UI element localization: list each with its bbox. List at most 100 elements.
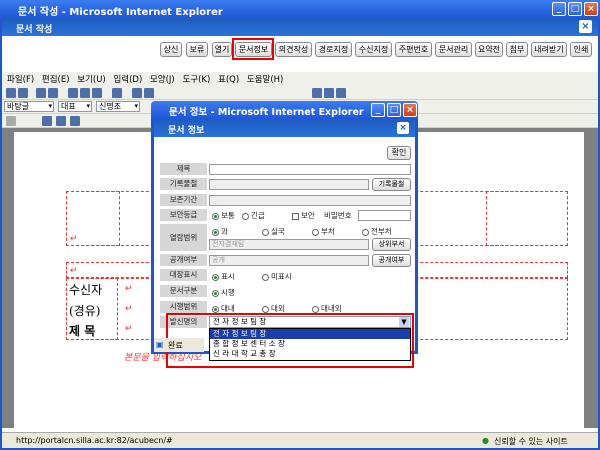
menu-view[interactable]: 보기(U) bbox=[77, 73, 106, 85]
image-icon[interactable] bbox=[144, 88, 154, 98]
opinion-button[interactable]: 의견작성 bbox=[275, 42, 312, 57]
display-show[interactable]: 표시 bbox=[212, 271, 235, 282]
doc-type-label: 문서구분 bbox=[160, 285, 207, 297]
confirm-button[interactable]: 확인 bbox=[387, 146, 411, 160]
font-type-select[interactable]: 대표 bbox=[58, 101, 92, 112]
menu-edit[interactable]: 편집(E) bbox=[42, 73, 70, 85]
receiver-button[interactable]: 수신지정 bbox=[355, 42, 392, 57]
table-insert-icon[interactable] bbox=[42, 116, 52, 126]
range-office[interactable]: 실국 bbox=[262, 226, 285, 237]
status-url: http://portalcn.silla.ac.kr:82/acubecn/# bbox=[16, 436, 173, 445]
retention-label: 보존기간 bbox=[160, 194, 207, 206]
trusted-icon: ● bbox=[482, 436, 489, 445]
range-input[interactable]: 전자결재팀 bbox=[209, 239, 369, 250]
public-button[interactable]: 공개여부 bbox=[372, 254, 411, 267]
grid-icon[interactable] bbox=[324, 88, 334, 98]
format-icon[interactable] bbox=[112, 88, 122, 98]
close-icon[interactable]: × bbox=[584, 2, 598, 16]
chart-icon[interactable] bbox=[312, 88, 322, 98]
doc-close-icon[interactable]: × bbox=[579, 20, 592, 33]
inner-minimize-icon[interactable]: _ bbox=[371, 103, 385, 117]
record-label: 기록물철 bbox=[160, 178, 207, 190]
security-label: 보안등급 bbox=[160, 209, 207, 221]
toolbar-1 bbox=[2, 86, 598, 100]
inner-header-close-icon[interactable]: × bbox=[397, 122, 409, 134]
symbol-icon[interactable] bbox=[336, 88, 346, 98]
doc-info-highlight bbox=[232, 38, 274, 60]
inner-status-bar: ▣ 완료 bbox=[154, 338, 204, 352]
copy-icon[interactable] bbox=[80, 88, 90, 98]
align-icon[interactable] bbox=[6, 116, 16, 126]
new-icon[interactable] bbox=[6, 88, 16, 98]
range-ministry[interactable]: 부처 bbox=[312, 226, 335, 237]
display-hide[interactable]: 미표시 bbox=[262, 271, 292, 282]
range-label: 열람범위 bbox=[160, 224, 207, 251]
menu-insert[interactable]: 입력(D) bbox=[113, 73, 142, 85]
status-bar: http://portalcn.silla.ac.kr:82/acubecn/#… bbox=[2, 432, 598, 448]
cell-icon[interactable] bbox=[56, 116, 66, 126]
subject-label: 제 목 bbox=[69, 324, 96, 338]
doc-type-exec[interactable]: 시행 bbox=[212, 287, 235, 298]
status-zone: 신뢰할 수 있는 사이트 bbox=[494, 437, 568, 446]
font-name-select[interactable]: 신명조 bbox=[96, 101, 140, 112]
public-label: 공개여부 bbox=[160, 254, 207, 266]
inner-maximize-icon[interactable]: □ bbox=[387, 103, 401, 117]
range-dept[interactable]: 과 bbox=[212, 226, 228, 237]
route-button[interactable]: 경로지정 bbox=[315, 42, 352, 57]
seal-cell bbox=[486, 191, 568, 246]
menu-help[interactable]: 도움말(H) bbox=[247, 73, 283, 85]
inner-close-icon[interactable]: × bbox=[403, 103, 417, 117]
record-button[interactable]: 기록물철 bbox=[372, 178, 411, 191]
hold-button[interactable]: 보류 bbox=[186, 42, 208, 57]
summary-button[interactable]: 요약전 bbox=[475, 42, 503, 57]
print-button[interactable]: 인쇄 bbox=[570, 42, 592, 57]
merge-icon[interactable] bbox=[70, 116, 80, 126]
paragraph-mark: ↵ bbox=[125, 284, 133, 294]
download-button[interactable]: 내려받기 bbox=[531, 42, 567, 57]
menu-table[interactable]: 표(Q) bbox=[218, 73, 239, 85]
security-normal[interactable]: 보통 bbox=[212, 210, 235, 221]
public-input[interactable]: 공개 bbox=[209, 255, 369, 266]
title-label: 제목 bbox=[160, 163, 207, 175]
range-all[interactable]: 전부처 bbox=[362, 226, 392, 237]
receiver-label: 수신자 bbox=[69, 283, 103, 297]
parent-dept-button[interactable]: 상위부서 bbox=[372, 238, 411, 251]
retention-input[interactable] bbox=[209, 195, 411, 206]
password-input[interactable] bbox=[358, 210, 411, 221]
doc-manage-button[interactable]: 문서관리 bbox=[435, 42, 472, 57]
doc-header-title: 문서 작성 bbox=[16, 25, 53, 35]
table-icon[interactable] bbox=[132, 88, 142, 98]
inner-header: 문서 정보 × bbox=[154, 119, 415, 137]
menu-file[interactable]: 파일(F) bbox=[7, 73, 34, 85]
open-button[interactable]: 열기 bbox=[212, 42, 232, 57]
inner-header-title: 문서 정보 bbox=[168, 126, 205, 136]
title-input[interactable] bbox=[209, 164, 411, 175]
minimize-icon[interactable]: _ bbox=[552, 2, 566, 16]
style-select[interactable]: 바탕글 bbox=[4, 101, 54, 112]
menubar: 파일(F) 편집(E) 보기(U) 입력(D) 모양(J) 도구(K) 표(Q)… bbox=[2, 72, 598, 86]
menu-tools[interactable]: 도구(K) bbox=[182, 73, 210, 85]
undo-icon[interactable] bbox=[36, 88, 46, 98]
inner-status-text: 완료 bbox=[168, 341, 183, 350]
redo-icon[interactable] bbox=[48, 88, 58, 98]
doc-header: 문서 작성 × bbox=[2, 18, 598, 36]
cut-icon[interactable] bbox=[68, 88, 78, 98]
via-label: (경유) bbox=[69, 304, 101, 318]
page-icon: ▣ bbox=[156, 340, 164, 349]
inner-window-titlebar: 문서 정보 - Microsoft Internet Explorer _ □ … bbox=[151, 101, 418, 119]
submit-button[interactable]: 상신 bbox=[160, 42, 182, 57]
security-urgent[interactable]: 긴급 bbox=[242, 210, 265, 221]
inner-window-title: 문서 정보 - Microsoft Internet Explorer bbox=[169, 107, 364, 118]
open-icon[interactable] bbox=[18, 88, 28, 98]
paragraph-mark: ↵ bbox=[125, 304, 133, 314]
postcode-button[interactable]: 주편번호 bbox=[395, 42, 432, 57]
security-secret[interactable]: 보안 bbox=[292, 210, 315, 221]
maximize-icon[interactable]: □ bbox=[568, 2, 582, 16]
menu-format[interactable]: 모양(J) bbox=[150, 73, 175, 85]
outer-window-titlebar: 문서 작성 - Microsoft Internet Explorer _ □ … bbox=[0, 0, 600, 18]
attach-button[interactable]: 첨부 bbox=[506, 42, 528, 57]
paragraph-mark: ↵ bbox=[125, 324, 133, 334]
paragraph-mark: ↵ bbox=[70, 234, 78, 244]
paste-icon[interactable] bbox=[92, 88, 102, 98]
record-input[interactable] bbox=[209, 179, 369, 190]
